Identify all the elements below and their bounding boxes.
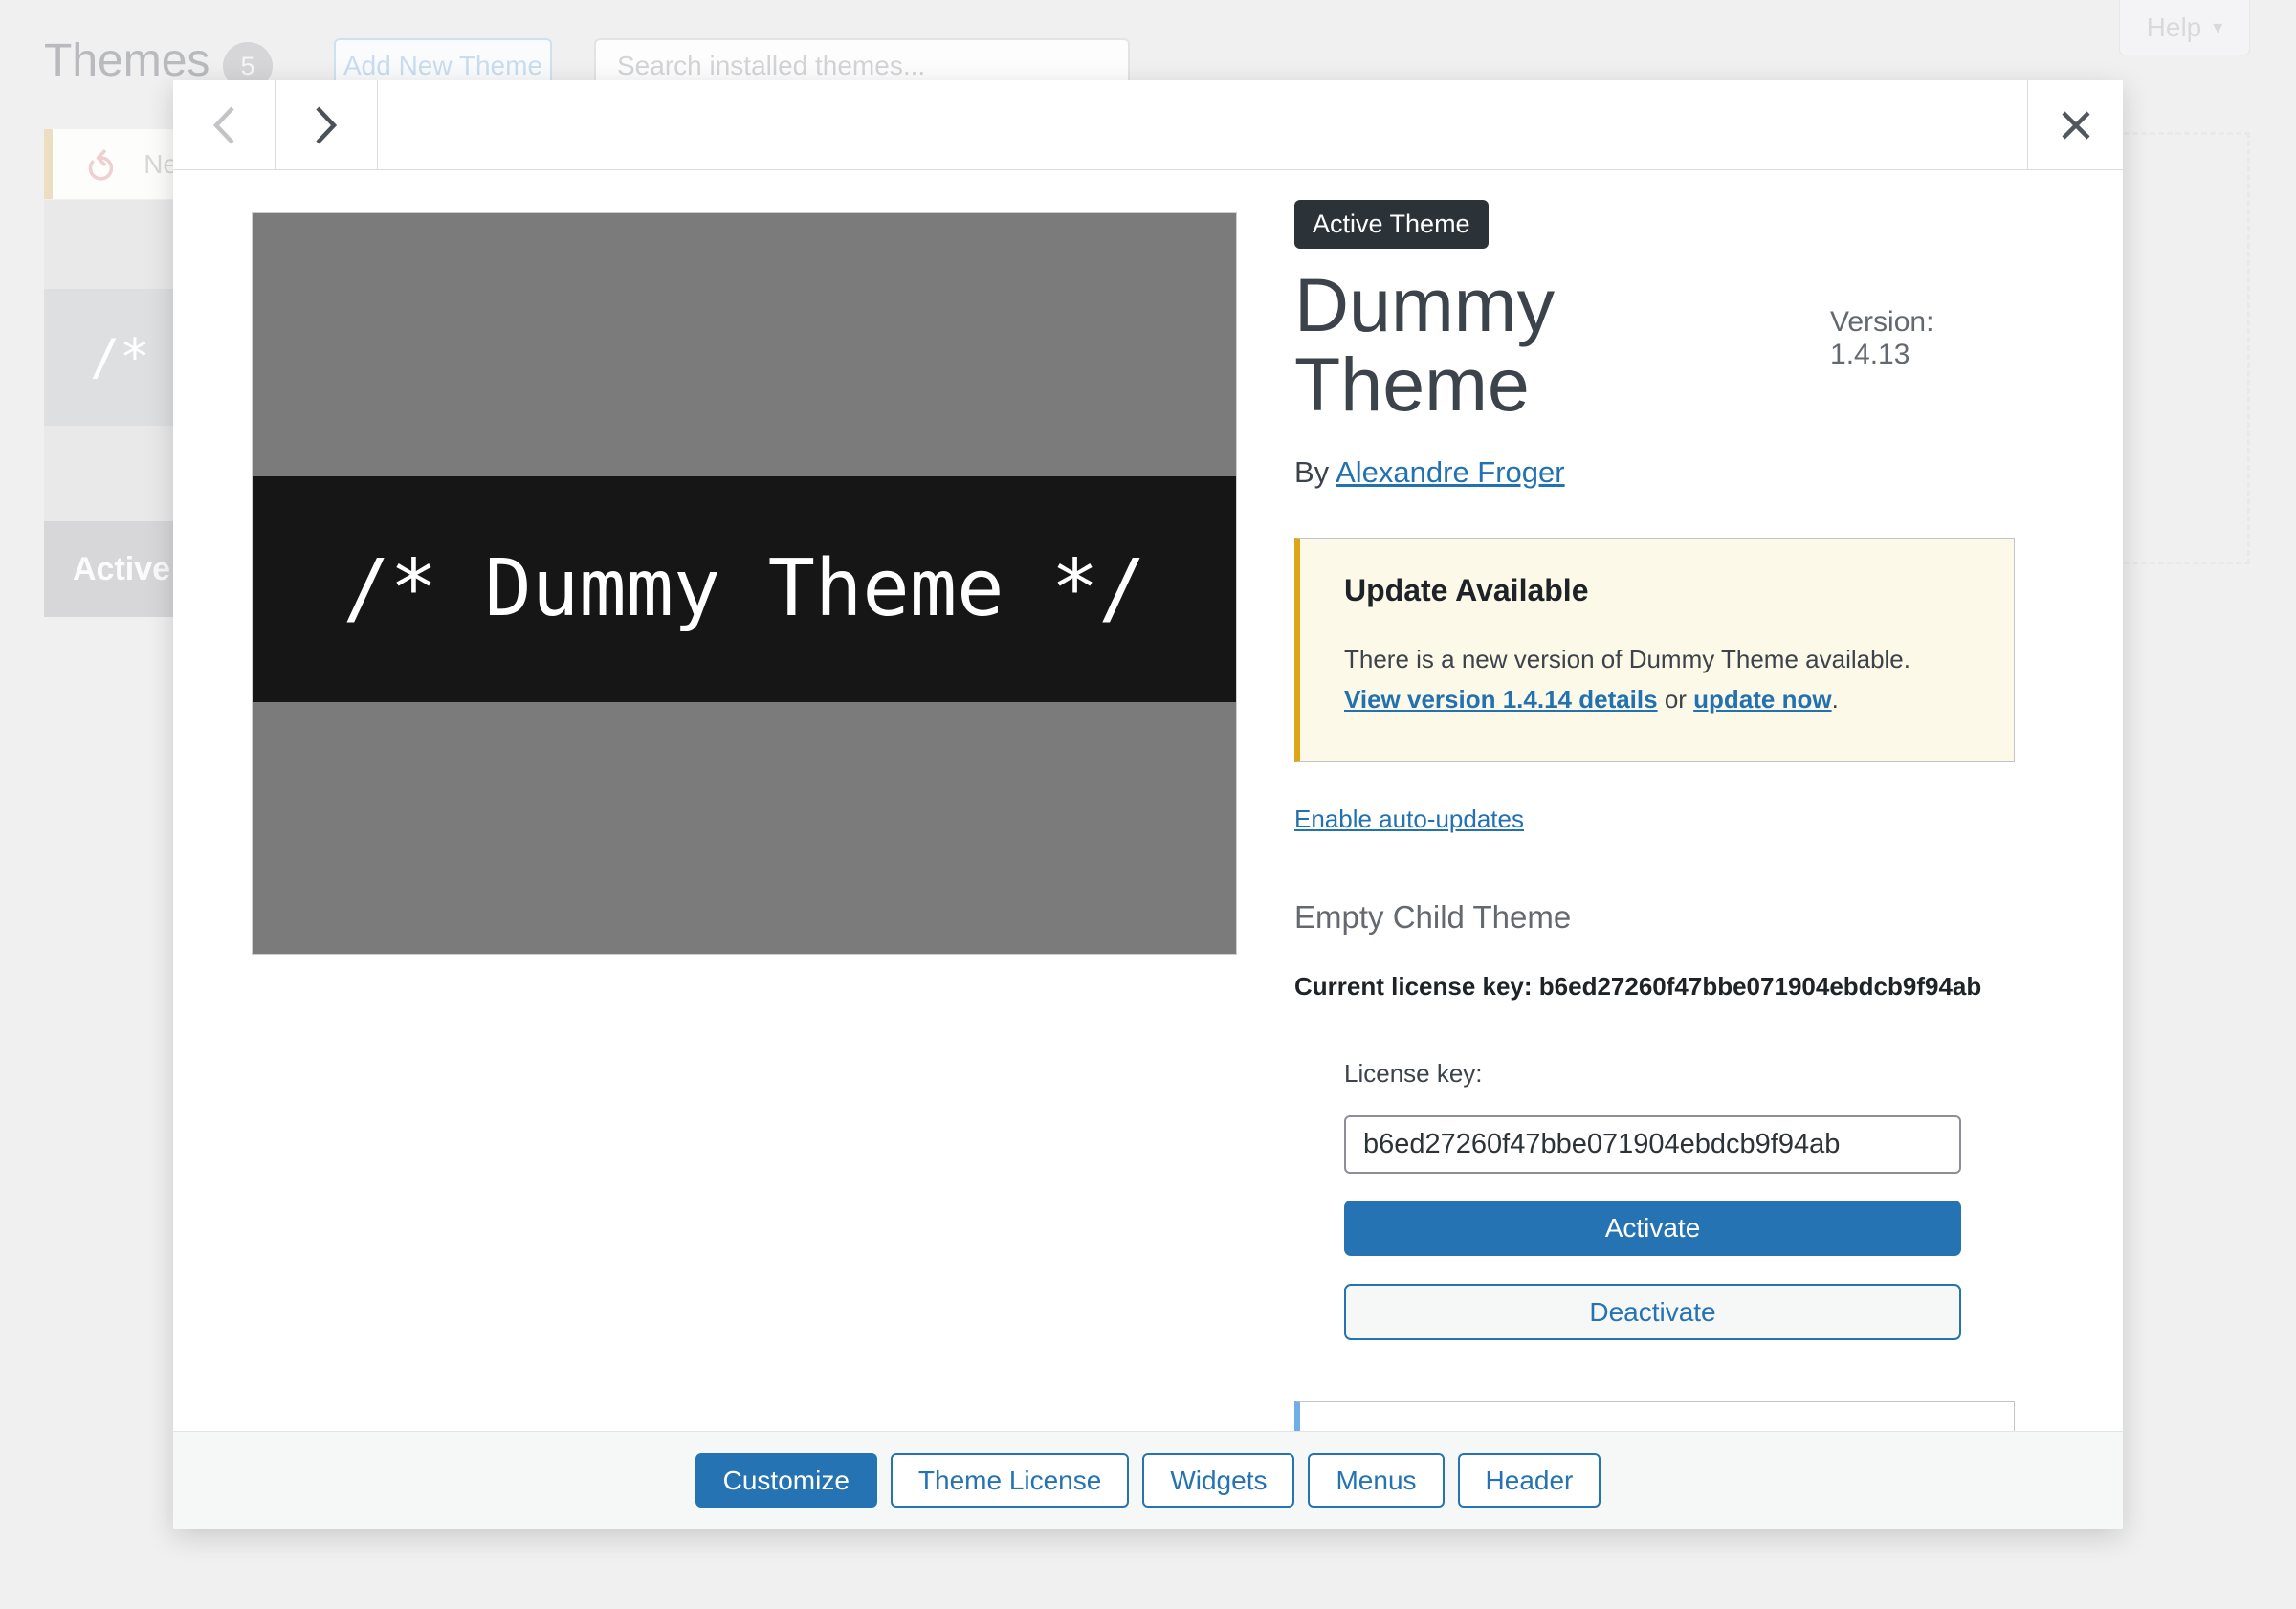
theme-card-code-fragment: /* <box>90 329 150 386</box>
active-theme-badge: Active Theme <box>1294 200 1489 249</box>
screenshot-black-band: /* Dummy Theme */ <box>253 476 1236 702</box>
update-notice-body: There is a new version of Dummy Theme av… <box>1344 645 1910 673</box>
close-modal-button[interactable] <box>2027 80 2123 169</box>
activate-button[interactable]: Activate <box>1344 1201 1961 1256</box>
screenshot-code-text: /* Dummy Theme */ <box>342 543 1145 634</box>
update-available-notice: Update Available There is a new version … <box>1294 538 2015 762</box>
screenshot-gray-bottom <box>253 702 1236 954</box>
help-dropdown[interactable]: Help ▾ <box>2119 0 2250 55</box>
update-icon: ⟲ <box>80 147 121 181</box>
deactivate-button[interactable]: Deactivate <box>1344 1284 1961 1340</box>
byline-prefix: By <box>1294 455 1336 489</box>
author-link[interactable]: Alexandre Froger <box>1336 455 1565 489</box>
help-label: Help <box>2147 12 2202 43</box>
theme-version: Version: 1.4.13 <box>1830 306 2021 371</box>
modal-body: /* Dummy Theme */ Active Theme Dummy The… <box>173 171 2123 1431</box>
chevron-right-icon <box>314 104 339 146</box>
customize-button[interactable]: Customize <box>695 1453 877 1508</box>
license-key-input[interactable] <box>1344 1115 1961 1174</box>
theme-details-modal: /* Dummy Theme */ Active Theme Dummy The… <box>173 80 2123 1529</box>
enable-auto-updates-link[interactable]: Enable auto-updates <box>1294 804 1524 834</box>
screenshot-gray-top <box>253 213 1236 476</box>
license-key-label: License key: <box>1344 1059 1961 1089</box>
page-title: Themes <box>44 34 210 87</box>
or-text: or <box>1658 685 1694 714</box>
child-theme-name: Empty Child Theme <box>1294 899 2021 936</box>
close-icon <box>2060 109 2092 142</box>
chevron-down-icon: ▾ <box>2213 15 2222 39</box>
theme-name: Dummy Theme <box>1294 266 1809 425</box>
chevron-left-icon <box>211 104 236 146</box>
update-notice-heading: Update Available <box>1344 573 1976 608</box>
header-button[interactable]: Header <box>1458 1453 1601 1508</box>
update-now-link[interactable]: update now <box>1693 685 1831 714</box>
theme-info-panel: Active Theme Dummy Theme Version: 1.4.13… <box>1294 171 2021 1485</box>
view-version-details-link[interactable]: View version 1.4.14 details <box>1344 685 1658 714</box>
theme-license-button[interactable]: Theme License <box>891 1453 1129 1508</box>
active-label: Active: <box>73 551 181 588</box>
theme-screenshot: /* Dummy Theme */ <box>252 212 1237 955</box>
next-theme-button[interactable] <box>276 80 378 169</box>
license-form: License key: Activate Deactivate <box>1344 1059 1961 1340</box>
period-text: . <box>1832 685 1839 714</box>
previous-theme-button[interactable] <box>173 80 276 169</box>
modal-footer-actions: Customize Theme License Widgets Menus He… <box>173 1431 2123 1529</box>
menus-button[interactable]: Menus <box>1308 1453 1444 1508</box>
widgets-button[interactable]: Widgets <box>1142 1453 1294 1508</box>
modal-topbar <box>173 80 2123 170</box>
current-license-key: Current license key: b6ed27260f47bbe0719… <box>1294 972 2021 1002</box>
theme-byline: By Alexandre Froger <box>1294 455 2021 490</box>
